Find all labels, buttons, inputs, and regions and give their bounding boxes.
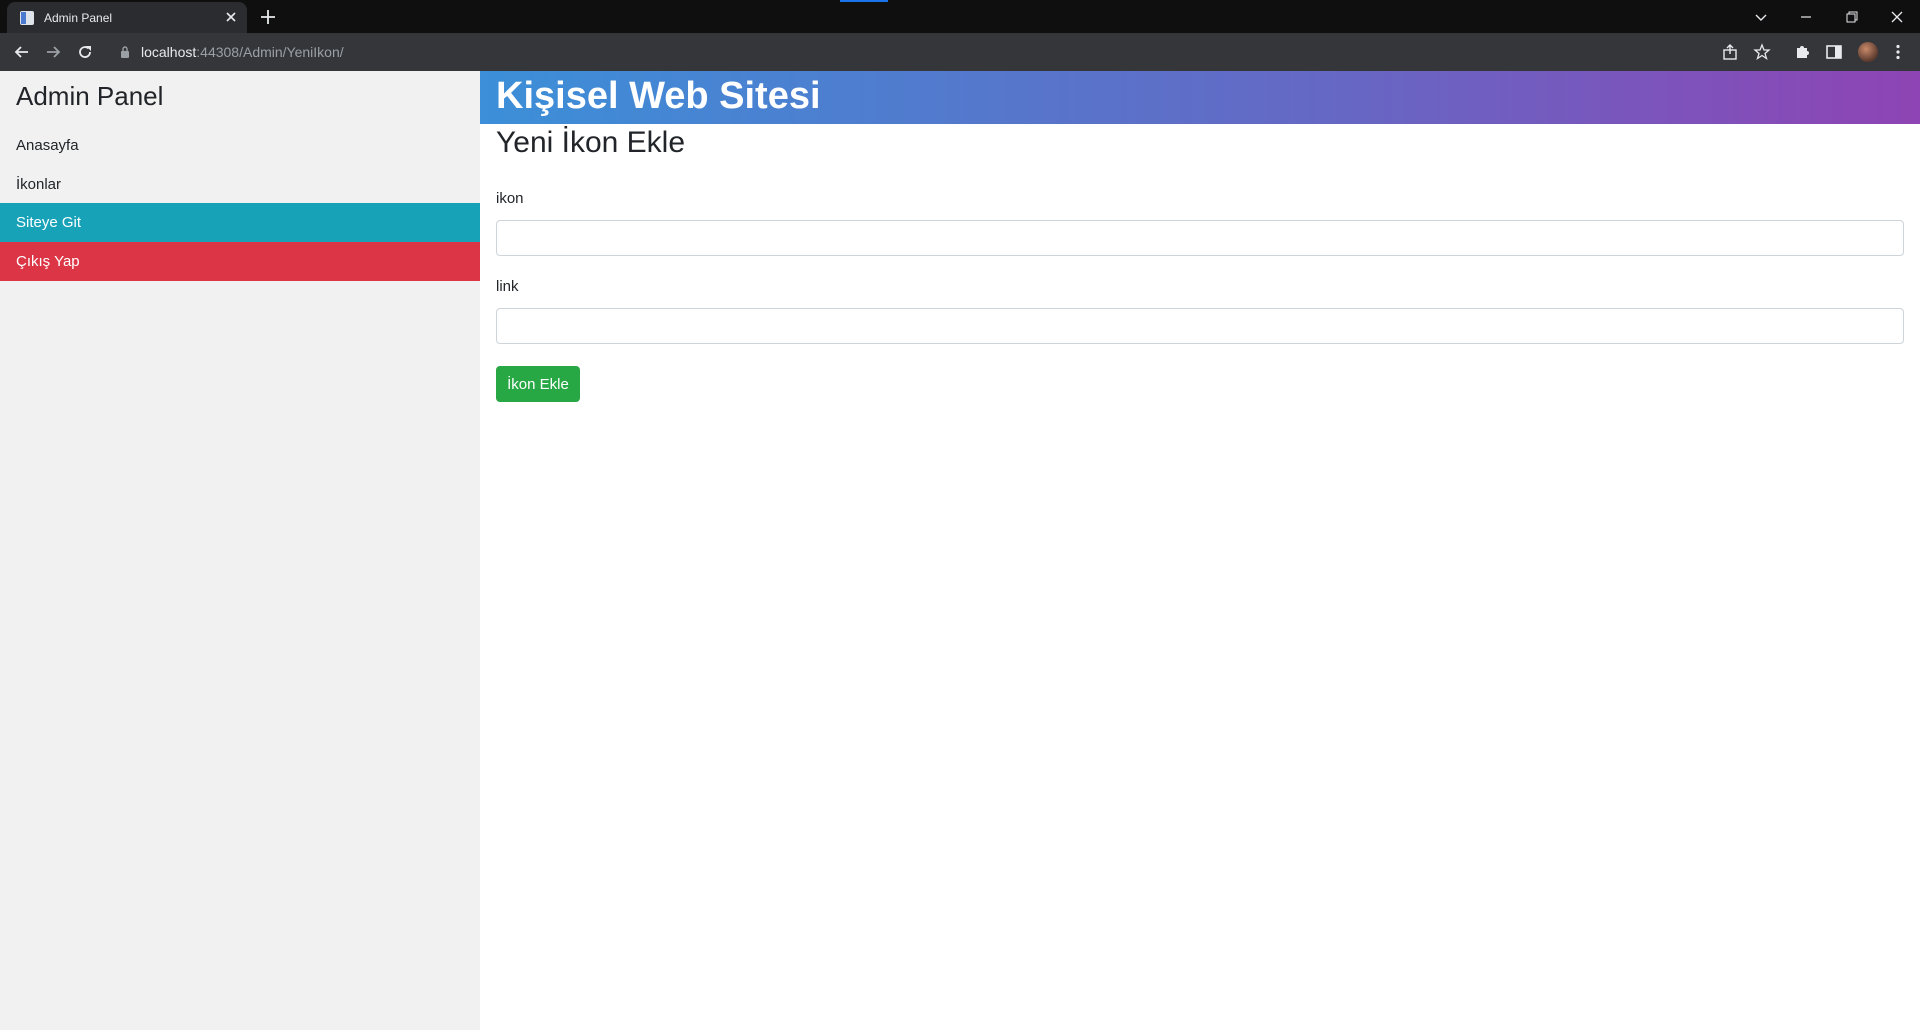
- page-title: Yeni İkon Ekle: [496, 126, 686, 159]
- tab-search-button[interactable]: [1738, 0, 1784, 33]
- reload-icon[interactable]: [75, 42, 95, 62]
- minimize-button[interactable]: [1783, 0, 1829, 33]
- sidebar-item-siteye-git[interactable]: Siteye Git: [0, 203, 480, 242]
- minimize-icon: [1801, 16, 1811, 18]
- page-favicon-icon: [20, 11, 34, 25]
- restore-button[interactable]: [1829, 0, 1875, 33]
- url-path: :44308/Admin/YeniIkon/: [196, 44, 344, 60]
- ikon-ekle-button[interactable]: İkon Ekle: [496, 366, 580, 402]
- side-panel-icon[interactable]: [1824, 42, 1844, 62]
- browser-tab[interactable]: Admin Panel: [7, 2, 247, 33]
- browser-tab-bar: Admin Panel: [0, 0, 1920, 33]
- close-icon: [1891, 11, 1903, 23]
- share-icon[interactable]: [1720, 42, 1740, 62]
- lock-icon[interactable]: [119, 45, 131, 59]
- sidebar-item-cikis-yap[interactable]: Çıkış Yap: [0, 242, 480, 281]
- bookmark-star-icon[interactable]: [1752, 42, 1772, 62]
- chevron-down-icon: [1755, 14, 1767, 21]
- new-tab-icon[interactable]: [258, 7, 278, 27]
- address-bar[interactable]: localhost:44308/Admin/YeniIkon/: [141, 44, 344, 60]
- link-input[interactable]: [496, 308, 1904, 344]
- tab-title: Admin Panel: [44, 11, 113, 25]
- more-menu-icon[interactable]: [1888, 42, 1908, 62]
- page-viewport: Admin Panel Anasayfa İkonlar Siteye Git …: [0, 71, 1920, 1030]
- forward-arrow-icon[interactable]: [43, 42, 63, 62]
- restore-icon: [1846, 11, 1858, 23]
- site-title: Kişisel Web Sitesi: [496, 75, 821, 117]
- back-arrow-icon[interactable]: [12, 42, 32, 62]
- sidebar: Admin Panel Anasayfa İkonlar Siteye Git …: [0, 71, 480, 1030]
- browser-toolbar: localhost:44308/Admin/YeniIkon/: [0, 33, 1920, 71]
- site-header: Kişisel Web Sitesi: [480, 71, 1920, 124]
- profile-avatar[interactable]: [1858, 42, 1878, 62]
- tab-loading-indicator: [840, 0, 888, 2]
- sidebar-item-anasayfa[interactable]: Anasayfa: [0, 126, 480, 165]
- link-label: link: [496, 278, 519, 295]
- url-host: localhost: [141, 44, 197, 60]
- close-tab-icon[interactable]: [223, 9, 239, 25]
- ikon-label: ikon: [496, 190, 524, 207]
- extensions-icon[interactable]: [1792, 42, 1812, 62]
- close-window-button[interactable]: [1874, 0, 1920, 33]
- sidebar-item-ikonlar[interactable]: İkonlar: [0, 165, 480, 204]
- ikon-input[interactable]: [496, 220, 1904, 256]
- sidebar-title: Admin Panel: [16, 81, 164, 111]
